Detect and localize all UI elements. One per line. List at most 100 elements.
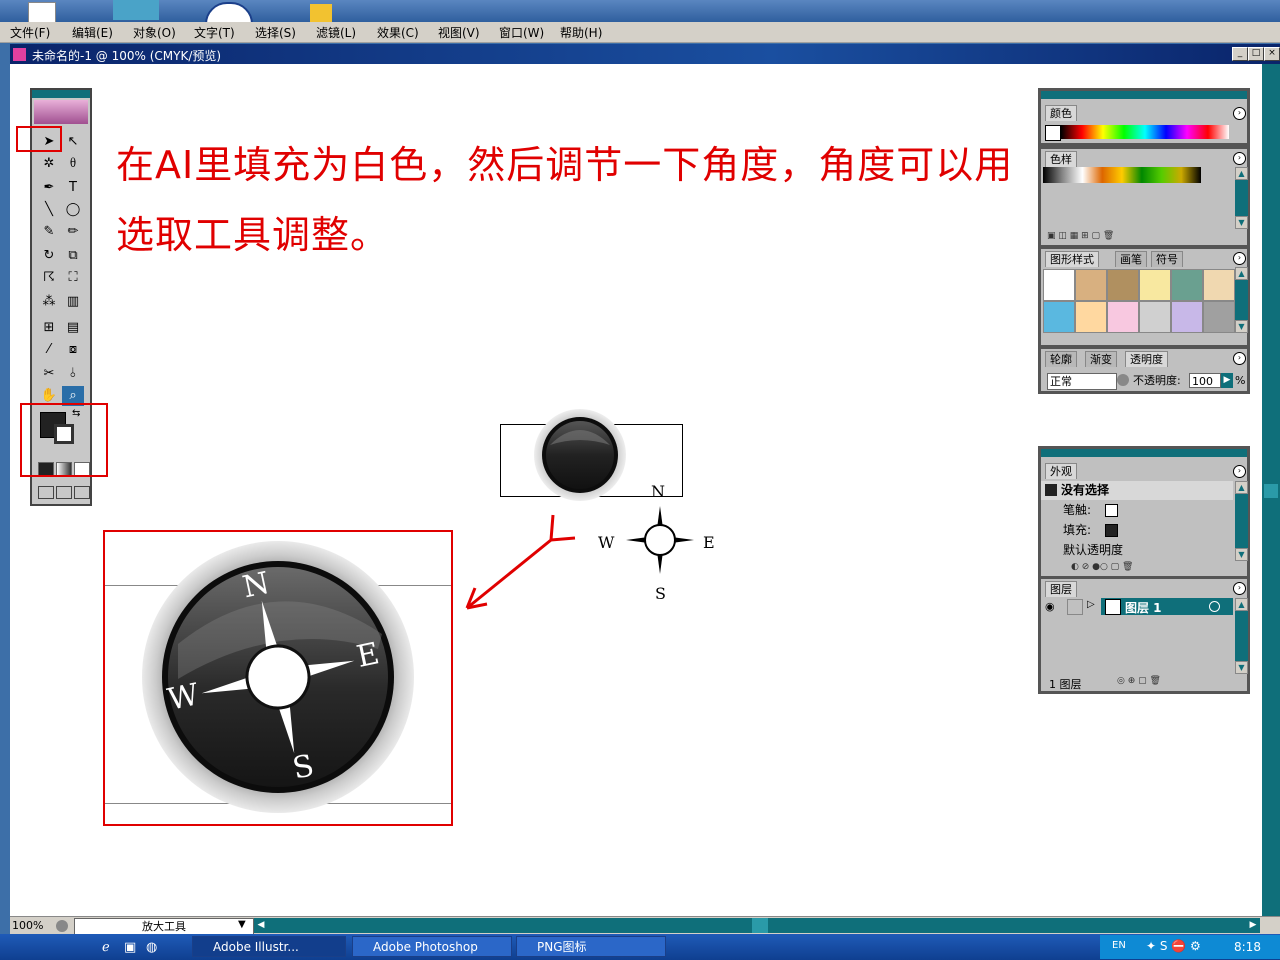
line-tool-icon[interactable]: ╲	[38, 200, 60, 220]
taskbar-photoshop[interactable]: Adobe Photoshop	[352, 936, 512, 957]
swatches-scrollbar[interactable]: ▲ ▼	[1235, 167, 1248, 229]
tools-panel-caption[interactable]	[32, 90, 90, 98]
tray-icons[interactable]: ✦ S ⛔ ⚙	[1146, 939, 1201, 953]
appearance-stroke-row[interactable]: 笔触:	[1041, 501, 1233, 520]
desktop-quicklaunch-icon[interactable]: ▣	[124, 940, 136, 955]
eyedropper-tool-icon[interactable]: ⁄	[38, 340, 60, 360]
appearance-opacity-row[interactable]: 默认透明度	[1041, 541, 1233, 560]
ellipse-tool-icon[interactable]: ◯	[62, 200, 84, 220]
style-4[interactable]	[1139, 269, 1171, 301]
blend-mode-select[interactable]: 正常	[1047, 373, 1117, 390]
slice-tool-icon[interactable]: ⫰	[62, 364, 84, 384]
layer-visibility-eye-icon[interactable]: ◉	[1045, 600, 1055, 613]
appearance-fill-row[interactable]: 填充:	[1041, 521, 1233, 540]
tab-color[interactable]: 颜色	[1045, 105, 1077, 121]
appearance-scrollbar[interactable]: ▲ ▼	[1235, 481, 1248, 561]
language-indicator[interactable]: EN	[1112, 940, 1126, 951]
transparency-panel-menu-icon[interactable]: ›	[1233, 352, 1246, 365]
tab-gradient[interactable]: 渐变	[1085, 351, 1117, 367]
color-panel-menu-icon[interactable]: ›	[1233, 107, 1246, 120]
minimize-button[interactable]: _	[1232, 47, 1248, 61]
tab-transparency[interactable]: 透明度	[1125, 351, 1168, 367]
layers-panel-menu-icon[interactable]: ›	[1233, 582, 1246, 595]
style-10[interactable]	[1139, 301, 1171, 333]
opacity-input[interactable]: 100	[1189, 373, 1221, 388]
tab-layers[interactable]: 图层	[1045, 581, 1077, 597]
styles-scroll-down-icon[interactable]: ▼	[1235, 320, 1248, 333]
layer-lock-toggle[interactable]	[1067, 599, 1083, 615]
symbol-sprayer-tool-icon[interactable]: ⁂	[38, 292, 60, 312]
graph-tool-icon[interactable]: ▥	[62, 292, 84, 312]
style-7[interactable]	[1043, 301, 1075, 333]
styles-scroll-up-icon[interactable]: ▲	[1235, 267, 1248, 280]
gradient-tool-icon[interactable]: ▤	[62, 318, 84, 338]
none-color-swatch[interactable]	[1045, 125, 1061, 141]
menu-filter[interactable]: 滤镜(L)	[316, 24, 356, 41]
blend-mode-dropdown-icon[interactable]	[1117, 374, 1129, 386]
color-panel-caption[interactable]	[1041, 91, 1247, 99]
appearance-selection-row[interactable]: 没有选择	[1041, 481, 1233, 500]
h-scroll-left-icon[interactable]: ◀	[254, 918, 268, 933]
magic-wand-tool-icon[interactable]: ✲	[38, 154, 60, 174]
layer-expand-triangle-icon[interactable]: ▷	[1087, 599, 1095, 610]
style-6[interactable]	[1203, 269, 1235, 301]
menu-effect[interactable]: 效果(C)	[377, 24, 419, 41]
ie-quicklaunch-icon[interactable]: ℯ	[102, 940, 110, 955]
small-dark-ball[interactable]	[530, 405, 630, 505]
styles-panel-menu-icon[interactable]: ›	[1233, 252, 1246, 265]
styles-scrollbar[interactable]: ▲ ▼	[1235, 267, 1248, 333]
explorer-quicklaunch-icon[interactable]: ◍	[146, 940, 157, 955]
taskbar-png-folder[interactable]: PNG图标	[516, 936, 666, 957]
zoom-menu-icon[interactable]	[56, 920, 68, 932]
appearance-scroll-down-icon[interactable]: ▼	[1235, 548, 1248, 561]
current-tool-display[interactable]: 放大工具	[74, 918, 254, 935]
h-scroll-right-icon[interactable]: ▶	[1246, 918, 1260, 933]
style-3[interactable]	[1107, 269, 1139, 301]
mesh-tool-icon[interactable]: ⊞	[38, 318, 60, 338]
style-9[interactable]	[1107, 301, 1139, 333]
appearance-panel-menu-icon[interactable]: ›	[1233, 465, 1246, 478]
scale-tool-icon[interactable]: ⧉	[62, 246, 84, 266]
tab-symbols[interactable]: 符号	[1151, 251, 1183, 267]
maximize-button[interactable]: □	[1248, 47, 1264, 61]
scroll-down-icon[interactable]: ▼	[1235, 216, 1248, 229]
style-default[interactable]	[1043, 269, 1075, 301]
style-12[interactable]	[1203, 301, 1235, 333]
lasso-tool-icon[interactable]: ᦲ	[62, 154, 84, 174]
menu-select[interactable]: 选择(S)	[255, 24, 296, 41]
menu-file[interactable]: 文件(F)	[10, 24, 50, 41]
layers-scrollbar[interactable]: ▲ ▼	[1235, 598, 1248, 674]
layer-row-selected[interactable]: 图层 1	[1101, 598, 1233, 615]
layers-scroll-up-icon[interactable]: ▲	[1235, 598, 1248, 611]
layers-footer-icons[interactable]: ◎ ⊕ ▢ 🗑	[1117, 676, 1237, 688]
scissors-tool-icon[interactable]: ✂	[38, 364, 60, 384]
menu-window[interactable]: 窗口(W)	[499, 24, 544, 41]
desktop-folder-icon[interactable]	[310, 4, 332, 22]
document-title-bar[interactable]: 未命名的-1 @ 100% (CMYK/预览) _ □ ×	[10, 44, 1280, 64]
free-transform-tool-icon[interactable]: ⛶	[62, 268, 84, 288]
layers-scroll-down-icon[interactable]: ▼	[1235, 661, 1248, 674]
tab-appearance[interactable]: 外观	[1045, 463, 1077, 479]
taskbar-illustrator[interactable]: Adobe Illustr...	[192, 936, 346, 957]
scroll-thumb[interactable]	[1264, 484, 1278, 498]
zoom-level[interactable]: 100%	[12, 919, 43, 932]
swatches-panel-menu-icon[interactable]: ›	[1233, 152, 1246, 165]
menu-view[interactable]: 视图(V)	[438, 24, 480, 41]
style-11[interactable]	[1171, 301, 1203, 333]
type-tool-icon[interactable]: T	[62, 178, 84, 198]
swatch-row[interactable]	[1043, 167, 1201, 183]
style-5[interactable]	[1171, 269, 1203, 301]
menu-object[interactable]: 对象(O)	[133, 24, 176, 41]
tab-brushes[interactable]: 画笔	[1115, 251, 1147, 267]
scroll-up-icon[interactable]: ▲	[1235, 167, 1248, 180]
appearance-panel-caption[interactable]	[1041, 449, 1247, 457]
screen-mode-standard-icon[interactable]	[38, 486, 54, 499]
direct-selection-tool-icon[interactable]: ↖	[62, 132, 84, 152]
opacity-slider-arrow-icon[interactable]: ▶	[1221, 373, 1233, 388]
warp-tool-icon[interactable]: ☈	[38, 268, 60, 288]
pencil-tool-icon[interactable]: ✏	[62, 222, 84, 242]
pen-tool-icon[interactable]: ✒	[38, 178, 60, 198]
appearance-footer-icons[interactable]: ◐ ⊘ ●○ ▢ 🗑	[1071, 562, 1241, 574]
desktop-app-icon[interactable]	[113, 0, 159, 20]
blend-tool-icon[interactable]: ⧇	[62, 340, 84, 360]
